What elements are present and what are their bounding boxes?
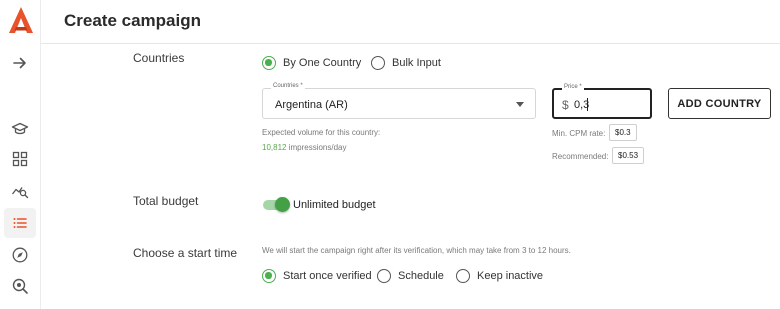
- total-budget-label: Total budget: [133, 194, 199, 208]
- min-cpm-label: Min. CPM rate:: [552, 129, 606, 138]
- radio-keep-inactive[interactable]: Keep inactive: [456, 269, 543, 283]
- price-input[interactable]: Price * $ 0,3: [552, 84, 652, 119]
- expected-volume-value: 10,812: [262, 143, 287, 152]
- recommended-label: Recommended:: [552, 152, 609, 161]
- min-cpm-chip[interactable]: $0.3: [609, 124, 637, 141]
- text-cursor: [587, 98, 588, 111]
- recommended-chip[interactable]: $0.53: [612, 147, 645, 164]
- expected-volume-unit: impressions/day: [288, 143, 347, 152]
- chevron-down-icon: [516, 102, 524, 107]
- currency-symbol: $: [562, 98, 569, 112]
- radio-start-once-verified[interactable]: Start once verified: [262, 269, 372, 283]
- radio-bulk-input[interactable]: Bulk Input: [371, 56, 441, 70]
- country-select-legend: Countries *: [271, 83, 305, 89]
- radio-unchecked-icon: [377, 269, 391, 283]
- page-title: Create campaign: [64, 11, 201, 30]
- analytics-search-icon: [11, 187, 29, 199]
- brand-logo[interactable]: [8, 6, 34, 34]
- campaign-list-icon: [13, 218, 27, 228]
- radio-label: Schedule: [398, 270, 444, 282]
- compass-icon: [12, 247, 28, 263]
- sidebar-item-education[interactable]: [4, 114, 36, 144]
- page-header: Create campaign: [41, 0, 780, 44]
- country-select[interactable]: Countries * Argentina (AR): [262, 83, 536, 119]
- start-time-label: Choose a start time: [133, 246, 238, 260]
- unlimited-budget-toggle[interactable]: [263, 197, 290, 212]
- radio-label: Keep inactive: [477, 270, 544, 282]
- expand-sidebar-button[interactable]: [4, 48, 36, 78]
- radio-checked-icon: [262, 56, 276, 70]
- arrow-right-icon: [13, 57, 26, 69]
- countries-label: Countries: [133, 51, 185, 65]
- toggle-thumb: [275, 197, 290, 212]
- sidebar: [0, 0, 41, 309]
- sidebar-item-search[interactable]: [4, 271, 36, 301]
- expected-volume-label: Expected volume for this country:: [262, 128, 381, 137]
- price-legend: Price *: [562, 84, 584, 90]
- unlimited-budget-label: Unlimited budget: [293, 199, 376, 211]
- sidebar-item-explore[interactable]: [4, 240, 36, 270]
- add-country-button[interactable]: ADD COUNTRY: [668, 88, 771, 119]
- radio-checked-icon: [262, 269, 276, 283]
- radio-by-one-country[interactable]: By One Country: [262, 56, 361, 70]
- radio-label: Bulk Input: [392, 57, 441, 69]
- graduation-cap-icon: [11, 122, 29, 135]
- sidebar-item-analytics[interactable]: [4, 176, 36, 206]
- start-time-note: We will start the campaign right after i…: [262, 246, 571, 255]
- radio-unchecked-icon: [371, 56, 385, 70]
- expected-volume: 10,812 impressions/day: [262, 143, 347, 152]
- radio-unchecked-icon: [456, 269, 470, 283]
- dashboard-grid-icon: [12, 151, 28, 167]
- radio-label: By One Country: [283, 57, 362, 69]
- country-select-value: Argentina (AR): [275, 99, 348, 111]
- search-settings-icon: [12, 278, 28, 294]
- sidebar-item-dashboard[interactable]: [4, 144, 36, 174]
- radio-label: Start once verified: [283, 270, 372, 282]
- radio-schedule[interactable]: Schedule: [377, 269, 444, 283]
- sidebar-item-campaigns[interactable]: [4, 208, 36, 238]
